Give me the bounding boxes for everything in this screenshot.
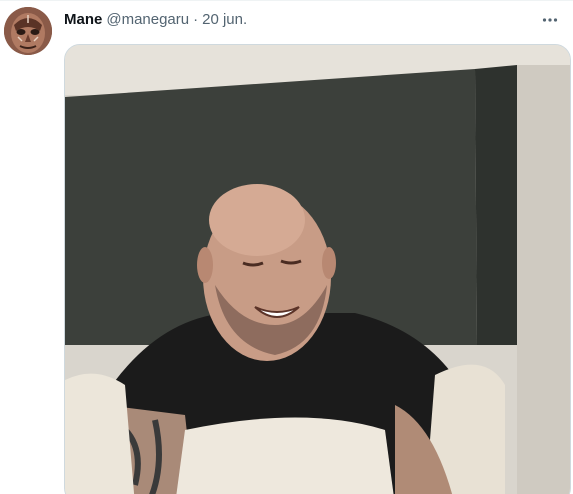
tweet-header: Mane @manegaru · 20 jun. (64, 10, 247, 30)
tweet[interactable]: Mane @manegaru · 20 jun. (0, 0, 573, 494)
more-options-button[interactable] (535, 7, 565, 33)
avatar-mask-icon (4, 7, 52, 55)
smiling-bald-man-in-bed (65, 45, 570, 494)
tweet-timestamp[interactable]: 20 jun. (202, 10, 247, 30)
header-separator: · (193, 11, 199, 28)
author-handle[interactable]: @manegaru (106, 10, 189, 30)
tweet-media-video[interactable] (64, 44, 571, 494)
author-display-name[interactable]: Mane (64, 10, 102, 30)
more-horizontal-icon (542, 18, 558, 22)
author-avatar[interactable] (4, 7, 52, 55)
